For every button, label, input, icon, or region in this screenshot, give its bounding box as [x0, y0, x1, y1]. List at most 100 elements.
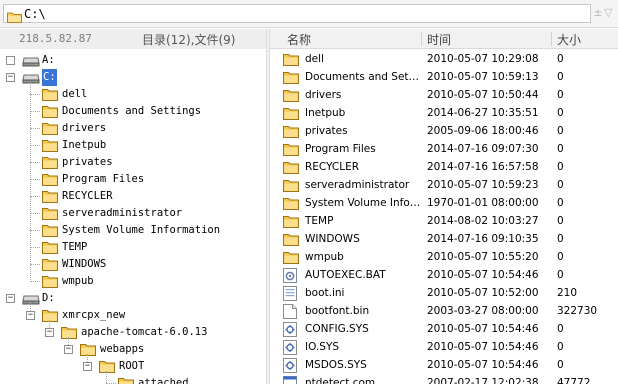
tree-item[interactable]: − webapps — [0, 341, 266, 358]
file-time: 2010-05-07 10:54:46 — [427, 359, 539, 371]
file-time: 2014-06-27 10:35:51 — [427, 107, 539, 119]
file-name: bootfont.bin — [305, 305, 370, 317]
tree-item[interactable]: − apache-tomcat-6.0.13 — [0, 324, 266, 341]
file-time: 2007-02-17 12:02:38 — [427, 377, 539, 384]
folder-icon — [118, 376, 134, 384]
tree-item-label: D: — [42, 292, 55, 304]
file-row[interactable]: Inetpub 2014-06-27 10:35:51 0 — [270, 104, 618, 122]
tree-item-label: Inetpub — [62, 139, 107, 151]
file-time: 2005-09-06 18:00:46 — [427, 125, 539, 137]
column-size-header[interactable]: 大小 — [557, 31, 581, 48]
tree-item[interactable]: − xmrcpx_new — [0, 307, 266, 324]
tree-item-label: WINDOWS — [62, 258, 107, 270]
tree-item[interactable]: attached — [0, 375, 266, 384]
tree-item-label: attached — [138, 377, 189, 384]
file-row[interactable]: MSDOS.SYS 2010-05-07 10:54:46 0 — [270, 356, 618, 374]
collapse-toggle[interactable]: − — [45, 328, 54, 337]
file-name: Program Files — [305, 143, 376, 155]
file-name: AUTOEXEC.BAT — [305, 269, 386, 281]
tree-guide-line — [30, 179, 40, 180]
tree-guide-line — [30, 281, 40, 282]
file-row[interactable]: System Volume Inform... 1970-01-01 08:00:… — [270, 194, 618, 212]
tree-item[interactable]: − ROOT — [0, 358, 266, 375]
file-row[interactable]: Documents and Settings 2010-05-07 10:59:1… — [270, 68, 618, 86]
column-divider[interactable] — [421, 32, 422, 46]
collapse-toggle[interactable]: − — [6, 294, 15, 303]
tree-item-label: dell — [62, 88, 88, 100]
file-size: 0 — [557, 251, 564, 263]
file-row[interactable]: WINDOWS 2014-07-16 09:10:35 0 — [270, 230, 618, 248]
file-row[interactable]: Program Files 2014-07-16 09:07:30 0 — [270, 140, 618, 158]
server-info-bar: 218.5.82.87 目录(12),文件(9) — [0, 29, 266, 49]
tree-guide-line — [30, 162, 40, 163]
file-time: 2014-08-02 10:03:27 — [427, 215, 539, 227]
file-row[interactable]: ntdetect.com 2007-02-17 12:02:38 47772 — [270, 374, 618, 384]
tree-item-label: privates — [62, 156, 113, 168]
tree-item-label: A: — [42, 54, 55, 66]
tree-item-label: Documents and Settings — [62, 105, 202, 117]
file-row[interactable]: bootfont.bin 2003-03-27 08:00:00 322730 — [270, 302, 618, 320]
collapse-toggle[interactable]: − — [64, 345, 73, 354]
file-size: 0 — [557, 143, 564, 155]
file-time: 2010-05-07 10:29:08 — [427, 53, 539, 65]
collapse-toggle-icon[interactable]: ▽ — [604, 6, 612, 19]
tree-guide-line — [30, 213, 40, 214]
collapse-toggle[interactable]: − — [6, 73, 15, 82]
tree-item[interactable]: − D: — [0, 290, 266, 307]
tree-guide-line — [68, 337, 69, 345]
file-row[interactable]: privates 2005-09-06 18:00:46 0 — [270, 122, 618, 140]
tree-guide-line — [87, 354, 88, 362]
tree-guide-line — [30, 128, 40, 129]
file-size: 0 — [557, 359, 564, 371]
file-time: 2014-07-16 09:10:35 — [427, 233, 539, 245]
file-time: 2010-05-07 10:52:00 — [427, 287, 539, 299]
collapse-toggle[interactable]: − — [83, 362, 92, 371]
column-name-header[interactable]: 名称 — [287, 31, 311, 48]
file-name: wmpub — [305, 251, 344, 263]
file-time: 2010-05-07 10:54:46 — [427, 323, 539, 335]
tree-item-label: TEMP — [62, 241, 88, 253]
file-row[interactable]: AUTOEXEC.BAT 2010-05-07 10:54:46 0 — [270, 266, 618, 284]
title-bar: C:\ ±▽ — [0, 0, 618, 28]
file-row[interactable]: wmpub 2010-05-07 10:55:20 0 — [270, 248, 618, 266]
tree-item-label: serveradministrator — [62, 207, 183, 219]
expand-toggle[interactable] — [6, 56, 15, 65]
tree-item-label: Program Files — [62, 173, 145, 185]
file-size: 0 — [557, 341, 564, 353]
file-row[interactable]: serveradministrator 2010-05-07 10:59:23 0 — [270, 176, 618, 194]
file-size: 210 — [557, 287, 578, 299]
tree-item[interactable]: A: — [0, 52, 266, 69]
file-time: 1970-01-01 08:00:00 — [427, 197, 539, 209]
expand-toggle-icon[interactable]: ± — [592, 6, 604, 19]
panel-arrows: ±▽ — [592, 6, 612, 19]
file-row[interactable]: RECYCLER 2014-07-16 16:57:58 0 — [270, 158, 618, 176]
tree-guide-line — [30, 303, 31, 311]
collapse-toggle[interactable]: − — [26, 311, 35, 320]
file-size: 0 — [557, 179, 564, 191]
file-size: 0 — [557, 215, 564, 227]
file-row[interactable]: drivers 2010-05-07 10:50:44 0 — [270, 86, 618, 104]
file-row[interactable]: TEMP 2014-08-02 10:03:27 0 — [270, 212, 618, 230]
tree-item-label: C: — [42, 69, 57, 86]
tree-item-label: webapps — [100, 343, 145, 355]
folder-icon — [7, 8, 22, 27]
file-name: ntdetect.com — [305, 377, 376, 384]
path-field[interactable]: C:\ — [3, 4, 591, 23]
file-row[interactable]: dell 2010-05-07 10:29:08 0 — [270, 50, 618, 68]
column-time-header[interactable]: 时间 — [427, 31, 451, 48]
tree-guide-line — [106, 371, 107, 383]
tree-item[interactable]: − C: — [0, 69, 266, 86]
file-row[interactable]: CONFIG.SYS 2010-05-07 10:54:46 0 — [270, 320, 618, 338]
column-divider[interactable] — [551, 32, 552, 46]
tree-guide-line — [30, 145, 40, 146]
file-row[interactable]: boot.ini 2010-05-07 10:52:00 210 — [270, 284, 618, 302]
file-list-header: 名称 时间 大小 — [270, 29, 618, 49]
tree-item-label: xmrcpx_new — [62, 309, 126, 321]
file-name: WINDOWS — [305, 233, 360, 245]
file-name: IO.SYS — [305, 341, 340, 353]
file-name: privates — [305, 125, 348, 137]
file-name: CONFIG.SYS — [305, 323, 369, 335]
file-row[interactable]: IO.SYS 2010-05-07 10:54:46 0 — [270, 338, 618, 356]
file-time: 2010-05-07 10:55:20 — [427, 251, 539, 263]
file-size: 0 — [557, 323, 564, 335]
